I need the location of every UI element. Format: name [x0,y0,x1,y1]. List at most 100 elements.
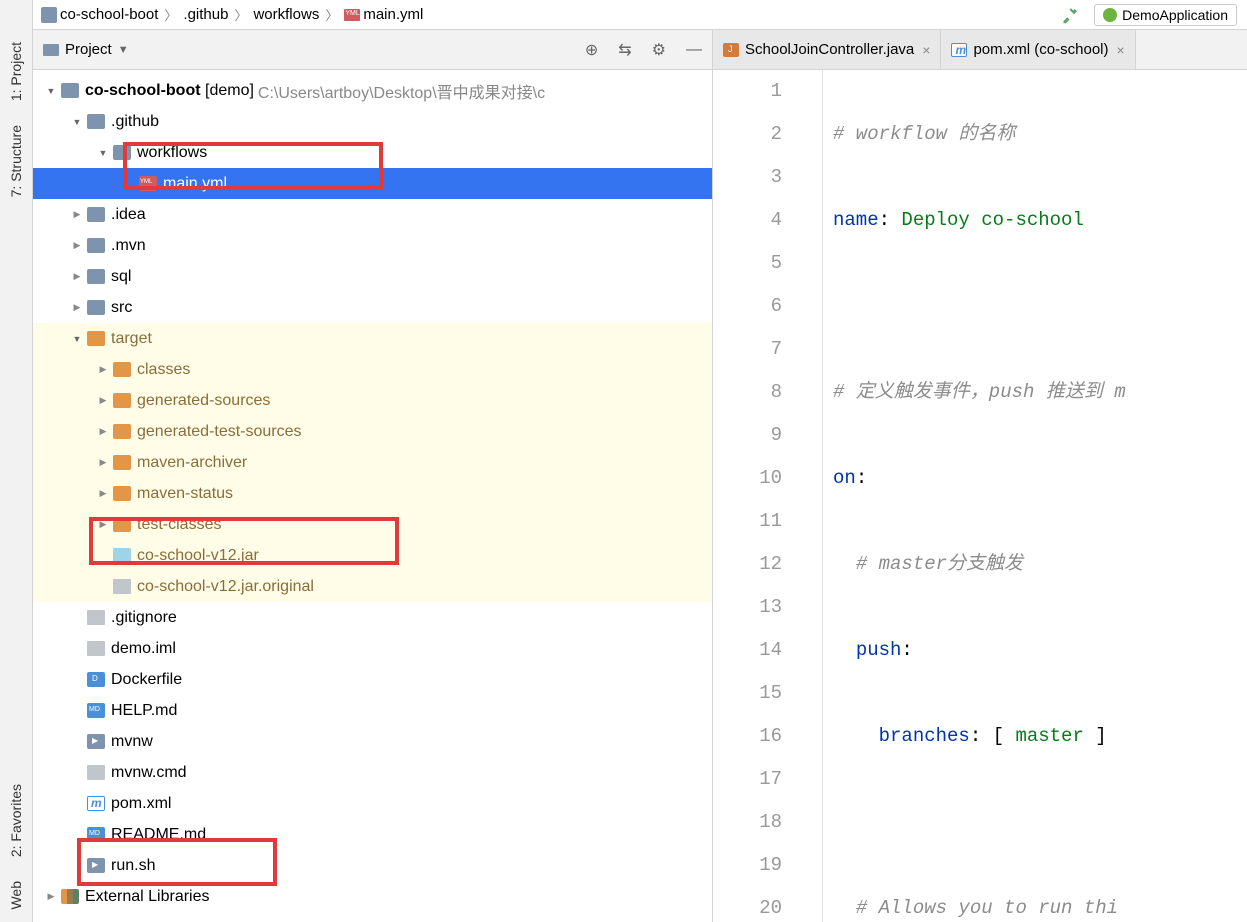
tree-label: generated-test-sources [137,423,302,441]
spring-boot-icon [1103,8,1117,22]
line-number[interactable]: 14 [713,629,782,672]
line-number[interactable]: 5 [713,242,782,285]
tree-label: .github [111,113,159,131]
sidebar-tab-favorites[interactable]: 2: Favorites [0,772,32,869]
tree-node-external-libs[interactable]: External Libraries [33,881,712,912]
code-area[interactable]: # workflow 的名称 name: Deploy co-school # … [823,70,1247,922]
line-number[interactable]: 9 [713,414,782,457]
tree-node-test-classes[interactable]: test-classes [33,509,712,540]
line-number[interactable]: 7 [713,328,782,371]
tree-node-demoiml[interactable]: demo.iml [33,633,712,664]
tree-node-src[interactable]: src [33,292,712,323]
line-number[interactable]: 8 [713,371,782,414]
expand-arrow-icon[interactable] [69,300,85,316]
tree-node-mvn[interactable]: .mvn [33,230,712,261]
line-number[interactable]: 18 [713,801,782,844]
tree-label: co-school-v12.jar.original [137,578,314,596]
sidebar-tab-structure[interactable]: 7: Structure [0,113,32,209]
expand-arrow-icon[interactable] [43,889,59,905]
tree-node-idea[interactable]: .idea [33,199,712,230]
tree-node-mvnwcmd[interactable]: mvnw.cmd [33,757,712,788]
line-number[interactable]: 4 [713,199,782,242]
project-tree[interactable]: co-school-boot [demo] C:\Users\artboy\De… [33,70,712,922]
line-number[interactable]: 19 [713,844,782,887]
tree-node-sql[interactable]: sql [33,261,712,292]
tree-node-maven-archiver[interactable]: maven-archiver [33,447,712,478]
line-number[interactable]: 11 [713,500,782,543]
line-number[interactable]: 15 [713,672,782,715]
expand-arrow-icon[interactable] [69,207,85,223]
editor-tab[interactable]: SchoolJoinController.java × [713,30,941,69]
folder-icon [113,145,131,160]
run-config-selector[interactable]: DemoApplication [1094,4,1237,26]
editor-panel: SchoolJoinController.java × pom.xml (co-… [713,30,1247,922]
line-number[interactable]: 3 [713,156,782,199]
expand-arrow-icon[interactable] [95,145,111,161]
tree-node-mainyml[interactable]: main.yml [33,168,712,199]
expand-arrow-icon[interactable] [95,362,111,378]
line-number[interactable]: 16 [713,715,782,758]
sidebar-tab-web[interactable]: Web [0,869,32,922]
expand-arrow-icon[interactable] [69,269,85,285]
expand-arrow-icon[interactable] [95,393,111,409]
settings-gear-icon[interactable]: ⚙ [652,40,666,60]
tree-node-runsh[interactable]: run.sh [33,850,712,881]
expand-arrow-icon[interactable] [43,83,59,99]
main-area: co-school-boot 〉 .github 〉 workflows 〉 m… [33,0,1247,922]
editor-gutter[interactable]: 1 2 3 4 5 6 7 8 9 10 11 12 13 14 15 16 1 [713,70,823,922]
line-number[interactable]: 12 [713,543,782,586]
expand-arrow-icon[interactable] [95,424,111,440]
expand-arrow-icon[interactable] [95,455,111,471]
excluded-folder-icon [113,517,131,532]
editor-tab-label: pom.xml (co-school) [973,41,1108,58]
breadcrumb-item[interactable]: .github [183,6,228,23]
line-number[interactable]: 1 [713,70,782,113]
line-number[interactable]: 2 [713,113,782,156]
tree-node-jar[interactable]: co-school-v12.jar [33,540,712,571]
tree-node-workflows[interactable]: workflows [33,137,712,168]
project-view-selector[interactable]: Project ▼ [43,41,129,58]
tree-node-helpmd[interactable]: HELP.md [33,695,712,726]
close-tab-icon[interactable]: × [922,42,930,58]
select-opened-file-icon[interactable]: ⊕ [585,40,598,60]
tree-label: README.md [111,826,206,844]
breadcrumb-item[interactable]: co-school-boot [41,6,158,23]
tree-node-gitignore[interactable]: .gitignore [33,602,712,633]
line-number[interactable]: 20 [713,887,782,922]
breadcrumb-item[interactable]: main.yml [344,6,423,23]
collapse-all-icon[interactable]: ⇆ [618,40,631,60]
tree-node-root[interactable]: co-school-boot [demo] C:\Users\artboy\De… [33,75,712,106]
code-token: # workflow 的名称 [833,123,1015,145]
tree-node-github[interactable]: .github [33,106,712,137]
hide-panel-icon[interactable]: — [686,41,702,59]
expand-arrow-icon[interactable] [95,486,111,502]
expand-arrow-icon[interactable] [69,114,85,130]
tree-node-classes[interactable]: classes [33,354,712,385]
expand-arrow-icon[interactable] [95,517,111,533]
tree-node-jar-orig[interactable]: co-school-v12.jar.original [33,571,712,602]
breadcrumb-item[interactable]: workflows [253,6,319,23]
sidebar-tab-project[interactable]: 1: Project [0,30,32,113]
code-token: # Allows you to run thi [856,897,1118,919]
tree-node-gen-test-sources[interactable]: generated-test-sources [33,416,712,447]
tree-node-target[interactable]: target [33,323,712,354]
expand-arrow-icon[interactable] [69,331,85,347]
editor-tab[interactable]: pom.xml (co-school) × [941,30,1135,69]
build-icon[interactable] [1062,6,1080,24]
line-number[interactable]: 6 [713,285,782,328]
markdown-file-icon [87,703,105,718]
line-number[interactable]: 10 [713,457,782,500]
tree-node-mvnw[interactable]: mvnw [33,726,712,757]
close-tab-icon[interactable]: × [1116,42,1124,58]
code-token: name [833,209,879,231]
editor-body[interactable]: 1 2 3 4 5 6 7 8 9 10 11 12 13 14 15 16 1 [713,70,1247,922]
code-token: branches [879,725,970,747]
tree-node-dockerfile[interactable]: Dockerfile [33,664,712,695]
line-number[interactable]: 17 [713,758,782,801]
tree-node-pomxml[interactable]: pom.xml [33,788,712,819]
tree-node-gen-sources[interactable]: generated-sources [33,385,712,416]
tree-node-maven-status[interactable]: maven-status [33,478,712,509]
line-number[interactable]: 13 [713,586,782,629]
tree-node-readme[interactable]: README.md [33,819,712,850]
expand-arrow-icon[interactable] [69,238,85,254]
